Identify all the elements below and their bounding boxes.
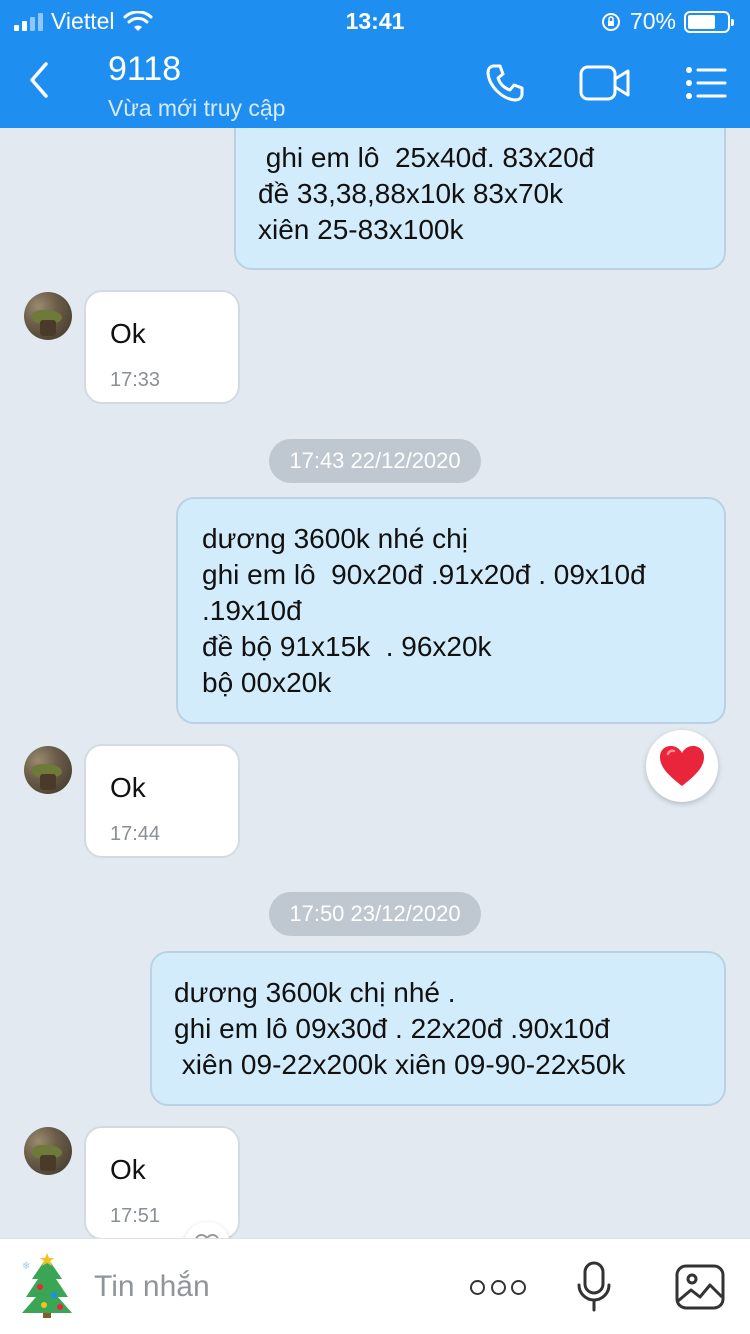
date-separator: 17:50 23/12/2020 bbox=[0, 892, 750, 936]
message-text: ghi em lô 25x40đ. 83x20đ đề 33,38,88x10k… bbox=[258, 142, 595, 245]
reaction-badge[interactable] bbox=[646, 730, 718, 802]
avatar[interactable] bbox=[24, 292, 72, 340]
message-input-bar: ❄ bbox=[0, 1238, 750, 1334]
sticker-button[interactable]: ❄ bbox=[16, 1253, 78, 1319]
status-right: 70% bbox=[600, 8, 734, 35]
more-icon-dot bbox=[490, 1279, 506, 1295]
message-text: dương 3600k chị nhé . ghi em lô 09x30đ .… bbox=[174, 977, 626, 1080]
more-icon-dot bbox=[470, 1279, 485, 1295]
more-options-button[interactable] bbox=[470, 1269, 526, 1305]
date-separator-label: 17:50 23/12/2020 bbox=[269, 892, 481, 936]
message-text: Ok bbox=[110, 318, 146, 349]
message-text: Ok bbox=[110, 772, 146, 803]
date-separator-label: 17:43 22/12/2020 bbox=[269, 439, 481, 483]
back-icon bbox=[30, 62, 48, 98]
status-bar: Viettel 13:41 70% bbox=[0, 0, 750, 40]
phone-icon[interactable] bbox=[484, 62, 526, 104]
message-bubble-outgoing[interactable]: dương 3600k chị nhé . ghi em lô 09x30đ .… bbox=[150, 951, 726, 1106]
more-icon-dot bbox=[511, 1279, 526, 1295]
rotation-lock-icon bbox=[601, 12, 620, 31]
sticker-icon: ❄ bbox=[22, 1253, 72, 1318]
chat-header: Viettel 13:41 70% 9118 Vừa mới truy cập bbox=[0, 0, 750, 128]
message-bubble-outgoing[interactable]: ghi em lô 25x40đ. 83x20đ đề 33,38,88x10k… bbox=[234, 128, 726, 270]
message-bubble-incoming[interactable]: Ok 17:51 bbox=[84, 1126, 240, 1238]
message-text: dương 3600k nhé chị ghi em lô 90x20đ .91… bbox=[202, 523, 646, 698]
microphone-icon[interactable] bbox=[576, 1261, 612, 1313]
message-time: 17:44 bbox=[110, 823, 161, 845]
message-time: 17:33 bbox=[110, 369, 161, 391]
message-bubble-incoming[interactable]: Ok 17:44 bbox=[84, 744, 240, 858]
message-bubble-outgoing[interactable]: dương 3600k nhé chị ghi em lô 90x20đ .91… bbox=[176, 497, 726, 724]
video-call-icon[interactable] bbox=[578, 62, 632, 104]
back-button[interactable] bbox=[24, 58, 64, 108]
contact-name[interactable]: 9118 bbox=[108, 50, 181, 89]
svg-text:❄: ❄ bbox=[22, 1261, 30, 1272]
message-bubble-incoming[interactable]: Ok 17:33 bbox=[84, 290, 240, 404]
avatar[interactable] bbox=[24, 746, 72, 794]
heart-icon bbox=[660, 746, 704, 786]
contact-status: Vừa mới truy cập bbox=[108, 95, 286, 121]
chat-thread[interactable]: ghi em lô 25x40đ. 83x20đ đề 33,38,88x10k… bbox=[0, 128, 750, 1238]
image-icon[interactable] bbox=[674, 1263, 726, 1311]
avatar[interactable] bbox=[24, 1127, 72, 1175]
battery-percent: 70% bbox=[629, 8, 676, 34]
date-separator: 17:43 22/12/2020 bbox=[0, 439, 750, 483]
battery-icon bbox=[684, 10, 734, 33]
message-text: Ok bbox=[110, 1154, 146, 1185]
message-input[interactable] bbox=[94, 1267, 434, 1307]
menu-icon[interactable] bbox=[684, 62, 728, 104]
